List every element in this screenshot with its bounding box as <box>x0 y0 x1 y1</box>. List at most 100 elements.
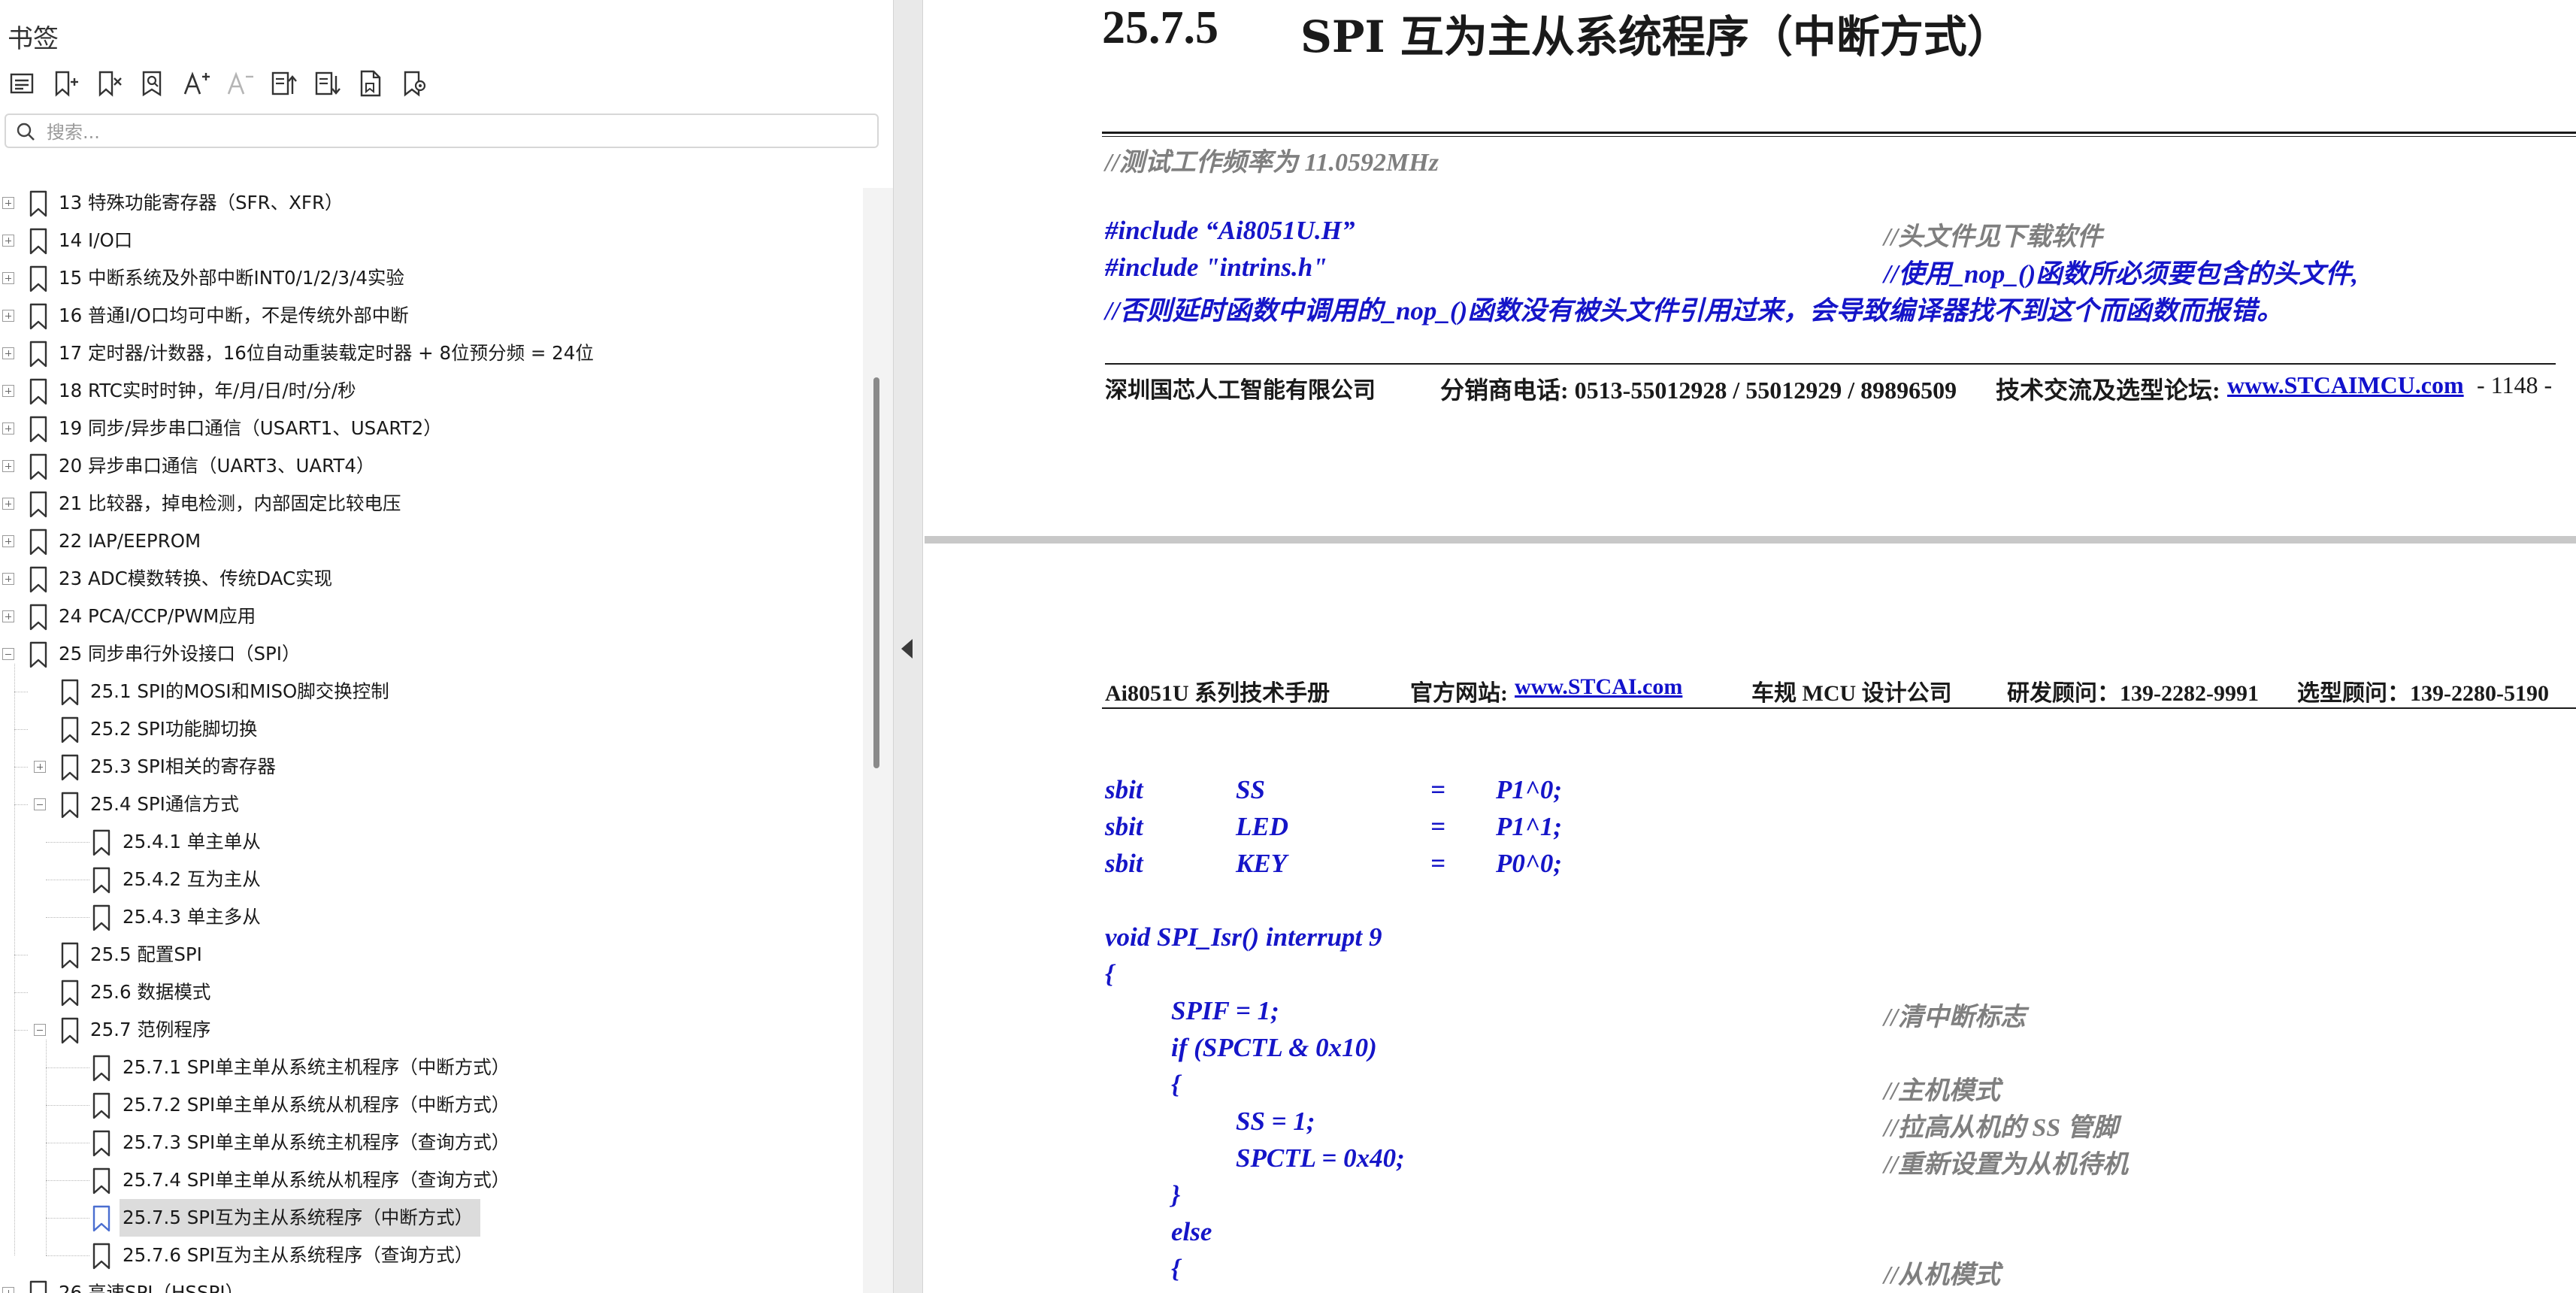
footer-company: 深圳国芯人工智能有限公司 <box>1105 377 1376 404</box>
delete-bookmark-icon[interactable] <box>90 65 128 102</box>
tree-guide-line <box>14 729 28 730</box>
bookmark-icon <box>92 1092 110 1119</box>
tree-item[interactable]: 25.4 SPI通信方式 <box>0 786 863 823</box>
tree-item[interactable]: 24 PCA/CCP/PWM应用 <box>0 598 863 635</box>
expand-icon[interactable] <box>2 460 14 472</box>
tree-item[interactable]: 22 IAP/EEPROM <box>0 522 863 560</box>
collapse-icon[interactable] <box>34 798 46 810</box>
tree-item-label: 25.3 SPI相关的寄存器 <box>90 756 276 777</box>
tree-guide-line <box>46 917 89 918</box>
tree-item[interactable]: 25.2 SPI功能脚切换 <box>0 710 863 748</box>
expand-icon[interactable] <box>2 310 14 322</box>
tree-item[interactable]: 25.5 配置SPI <box>0 936 863 974</box>
bookmark-icon <box>61 716 79 743</box>
tree-item[interactable]: 26 高速SPI（HSSPI） <box>0 1274 863 1293</box>
tree-item[interactable]: 23 ADC模数转换、传统DAC实现 <box>0 560 863 598</box>
collapse-icon[interactable] <box>34 1024 46 1036</box>
code-operator: = <box>1430 849 1445 878</box>
header-rule <box>1102 707 2576 709</box>
expand-icon[interactable] <box>2 235 14 247</box>
bookmark-icon <box>29 228 47 255</box>
tree-item[interactable]: 25.7.4 SPI单主单从系统从机程序（查询方式） <box>0 1161 863 1199</box>
footer-forum-link[interactable]: www.STCAIMCU.com <box>2227 371 2464 399</box>
tree-item[interactable]: 25.7.2 SPI单主单从系统从机程序（中断方式） <box>0 1086 863 1124</box>
tree-item[interactable]: 25.7.1 SPI单主单从系统主机程序（中断方式） <box>0 1049 863 1086</box>
expand-icon[interactable] <box>2 422 14 435</box>
tree-item-label: 25.4.2 互为主从 <box>123 868 261 890</box>
code-line: if (SPCTL & 0x10) <box>1171 1033 1377 1062</box>
collapse-panel-icon[interactable] <box>901 639 913 659</box>
bookmark-icon <box>29 641 47 668</box>
tree-item-label: 14 I/O口 <box>59 229 133 251</box>
expand-icon[interactable] <box>2 1287 14 1293</box>
tree-item[interactable]: 25.3 SPI相关的寄存器 <box>0 748 863 786</box>
bookmark-icon <box>29 1280 47 1293</box>
tree-item-label: 18 RTC实时时钟，年/月/日/时/分/秒 <box>59 380 356 401</box>
increase-font-icon[interactable] <box>177 65 215 102</box>
code-comment: //头文件见下载软件 <box>1884 223 2102 251</box>
bookmark-icon <box>92 829 110 856</box>
expand-icon[interactable] <box>2 385 14 397</box>
bookmark-document-icon[interactable] <box>352 65 389 102</box>
expand-icon[interactable] <box>2 610 14 622</box>
code-value: P1^1; <box>1496 812 1562 841</box>
expand-icon[interactable] <box>2 197 14 209</box>
tree-item[interactable]: 25.4.2 互为主从 <box>0 861 863 898</box>
header-site-link[interactable]: www.STCAI.com <box>1515 674 1682 700</box>
sort-down-icon[interactable] <box>308 65 346 102</box>
bookmark-scrollbar[interactable] <box>863 188 893 1293</box>
expand-icon[interactable] <box>2 272 14 284</box>
tree-item[interactable]: 15 中断系统及外部中断INT0/1/2/3/4实验 <box>0 259 863 297</box>
tree-item[interactable]: 25.4.1 单主单从 <box>0 823 863 861</box>
tree-item[interactable]: 17 定时器/计数器，16位自动重装载定时器 + 8位预分频 = 24位 <box>0 335 863 372</box>
tree-item[interactable]: 25.7.6 SPI互为主从系统程序（查询方式） <box>0 1237 863 1274</box>
add-bookmark-icon[interactable] <box>47 65 84 102</box>
expand-icon[interactable] <box>2 573 14 585</box>
code-comment: //拉高从机的 SS 管脚 <box>1884 1114 2118 1142</box>
bookmark-list-icon[interactable] <box>3 65 41 102</box>
code-line: SPCTL = 0x40; <box>1236 1143 1405 1173</box>
code-comment: //重新设置为从机待机 <box>1884 1151 2128 1179</box>
code-identifier: LED <box>1236 812 1288 841</box>
tree-guide-line <box>46 1105 89 1106</box>
tree-item[interactable]: 21 比较器，掉电检测，内部固定比较电压 <box>0 485 863 522</box>
footer-rule <box>1105 363 2556 365</box>
code-comment: //清中断标志 <box>1884 1004 2026 1031</box>
tree-item[interactable]: 25.7.3 SPI单主单从系统主机程序（查询方式） <box>0 1124 863 1161</box>
tree-item-label: 21 比较器，掉电检测，内部固定比较电压 <box>59 492 401 514</box>
footer-forum-label: 技术交流及选型论坛: <box>1996 377 2220 404</box>
tree-guide-line <box>46 1067 89 1068</box>
code-identifier: SS <box>1236 775 1265 804</box>
bookmark-icon <box>29 378 47 405</box>
bookmark-settings-icon[interactable] <box>395 65 433 102</box>
expand-icon[interactable] <box>34 761 46 773</box>
expand-icon[interactable] <box>2 347 14 359</box>
bookmark-icon <box>61 792 79 819</box>
tree-item[interactable]: 19 同步/异步串口通信（USART1、USART2） <box>0 410 863 447</box>
tree-item[interactable]: 25.7 范例程序 <box>0 1011 863 1049</box>
tree-item[interactable]: 25.1 SPI的MOSI和MISO脚交换控制 <box>0 673 863 710</box>
bookmark-icon <box>61 754 79 781</box>
bookmark-tree: 13 特殊功能寄存器（SFR、XFR） 14 I/O口 15 中断系统及外部中断IN… <box>0 184 863 1293</box>
tree-item[interactable]: 25.7.5 SPI互为主从系统程序（中断方式） <box>0 1199 863 1237</box>
tree-item[interactable]: 16 普通I/O口均可中断，不是传统外部中断 <box>0 297 863 335</box>
sort-up-icon[interactable] <box>265 65 302 102</box>
bookmark-panel: 书签 搜索... 13 特殊功能寄存器（SFR、XFR） 14 I/O口 15 … <box>0 0 893 1293</box>
code-comment: //否则延时函数中调用的_nop_()函数没有被头文件引用过来，会导致编译器找不… <box>1105 296 2284 326</box>
find-bookmark-icon[interactable] <box>134 65 171 102</box>
tree-item-label: 25.4.3 单主多从 <box>123 906 261 928</box>
expand-icon[interactable] <box>2 535 14 547</box>
tree-item[interactable]: 13 特殊功能寄存器（SFR、XFR） <box>0 184 863 222</box>
expand-icon[interactable] <box>2 498 14 510</box>
search-input[interactable] <box>45 120 867 145</box>
tree-item[interactable]: 20 异步串口通信（UART3、UART4） <box>0 447 863 485</box>
tree-item[interactable]: 25.6 数据模式 <box>0 974 863 1011</box>
tree-item[interactable]: 18 RTC实时时钟，年/月/日/时/分/秒 <box>0 372 863 410</box>
tree-item[interactable]: 14 I/O口 <box>0 222 863 259</box>
panel-splitter[interactable] <box>893 0 923 1293</box>
collapse-icon[interactable] <box>2 648 14 660</box>
code-value: P1^0; <box>1496 775 1562 804</box>
tree-item[interactable]: 25 同步串行外设接口（SPI） <box>0 635 863 673</box>
tree-item[interactable]: 25.4.3 单主多从 <box>0 898 863 936</box>
scrollbar-thumb[interactable] <box>873 377 879 768</box>
